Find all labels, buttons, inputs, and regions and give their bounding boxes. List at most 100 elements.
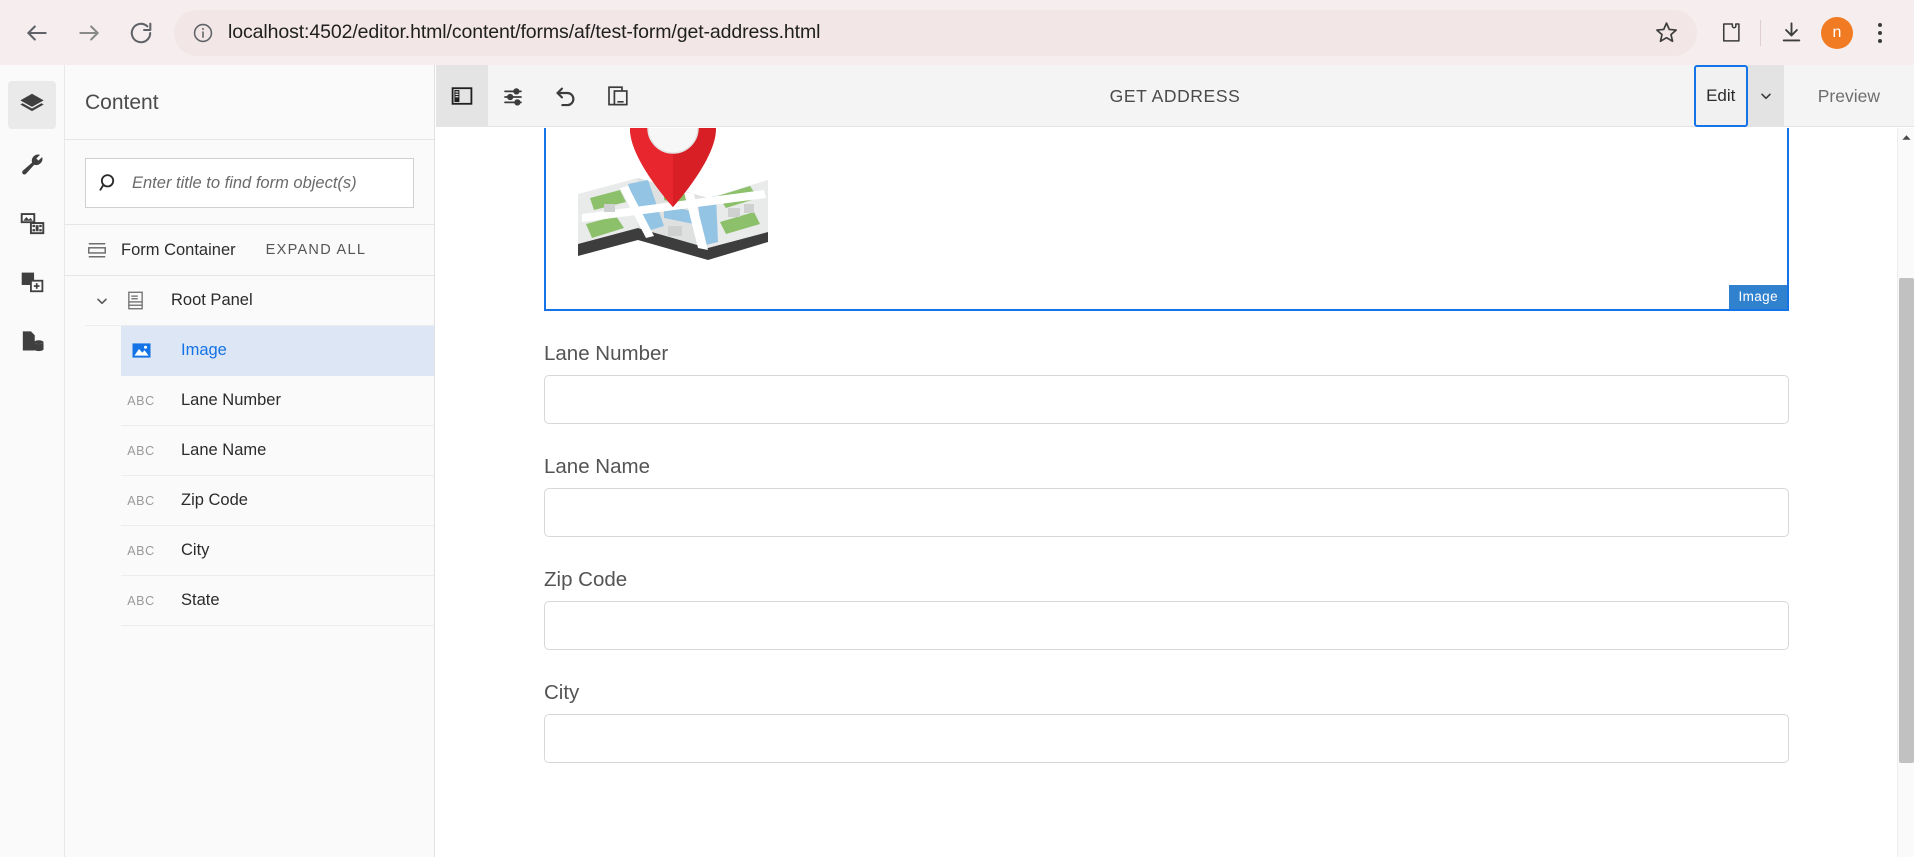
avatar: n — [1821, 16, 1853, 49]
sliders-icon — [504, 87, 522, 106]
address-bar[interactable]: localhost:4502/editor.html/content/forms… — [174, 9, 1697, 56]
kebab-dot — [1878, 22, 1882, 27]
chrome-menu-button[interactable] — [1860, 11, 1900, 55]
input-zip-code[interactable] — [544, 601, 1789, 650]
tree-row-root-panel[interactable]: Root Panel — [85, 276, 434, 326]
kebab-dot — [1878, 30, 1882, 35]
reload-button[interactable] — [118, 10, 164, 56]
editor-mode-controls: Edit Preview — [1693, 65, 1914, 127]
emulator-icon — [608, 85, 628, 105]
rail-item-properties[interactable] — [8, 140, 56, 188]
wrench-icon — [21, 154, 42, 175]
page-title: Content — [85, 91, 159, 114]
page-information-button[interactable] — [488, 65, 540, 127]
forward-arrow-icon — [79, 24, 99, 41]
preview-button[interactable]: Preview — [1784, 65, 1914, 127]
form-fields: Lane Number Lane Name Zip Code City — [436, 342, 1897, 763]
input-city[interactable] — [544, 714, 1789, 763]
forward-button[interactable] — [66, 10, 112, 56]
kebab-dot — [1878, 38, 1882, 43]
scrollbar-thumb[interactable] — [1899, 278, 1914, 763]
field-city: City — [544, 681, 1789, 763]
abc-icon: ABC — [127, 493, 155, 508]
rail-item-components[interactable] — [8, 258, 56, 306]
form-canvas: Image Lane Number Lane Name Zip Code Cit… — [436, 128, 1897, 857]
extensions-button[interactable] — [1707, 10, 1753, 56]
profile-button[interactable]: n — [1814, 10, 1860, 56]
tree-label-state: State — [181, 591, 220, 609]
left-rail — [0, 65, 65, 857]
content-tree: Root Panel Image ABC Lane Number ABC Lan… — [65, 276, 434, 626]
chevron-down-icon[interactable] — [85, 293, 119, 309]
layers-icon — [20, 93, 44, 112]
star-icon — [1655, 22, 1677, 43]
back-button[interactable] — [14, 10, 60, 56]
search-input[interactable] — [132, 173, 401, 193]
tree-item-image[interactable]: Image — [121, 326, 434, 376]
tree-label-root-panel: Root Panel — [171, 291, 253, 309]
tree-label-lane-name: Lane Name — [181, 441, 267, 459]
bookmark-button[interactable] — [1645, 12, 1687, 54]
field-label-city: City — [544, 681, 580, 704]
tree-item-lane-name[interactable]: ABC Lane Name — [121, 426, 434, 476]
tree-label-zip-code: Zip Code — [181, 491, 248, 509]
input-lane-number[interactable] — [544, 375, 1789, 424]
downloads-button[interactable] — [1768, 10, 1814, 56]
browser-toolbar: localhost:4502/editor.html/content/forms… — [0, 0, 1914, 65]
url-text: localhost:4502/editor.html/content/forms… — [228, 21, 821, 43]
side-panel-toggle-icon — [451, 86, 473, 105]
editor-toolbar: GET ADDRESS Edit Preview — [436, 64, 1914, 127]
image-icon — [121, 339, 161, 362]
site-info-icon[interactable] — [186, 16, 220, 50]
expand-all-button[interactable]: EXPAND ALL — [266, 242, 367, 258]
undo-button[interactable] — [540, 65, 592, 127]
panel-icon — [119, 290, 151, 311]
search-icon — [98, 172, 120, 194]
abc-icon: ABC — [127, 543, 155, 558]
edit-mode-dropdown-button[interactable] — [1747, 65, 1784, 127]
content-data-icon — [22, 330, 44, 351]
undo-icon — [555, 87, 574, 107]
editor-title: GET ADDRESS — [1109, 86, 1241, 106]
reload-icon — [130, 22, 152, 43]
field-label-zip-code: Zip Code — [544, 568, 628, 591]
form-container-icon — [85, 239, 109, 261]
canvas-scrollbar[interactable] — [1897, 128, 1914, 857]
image-component[interactable]: Image — [544, 128, 1789, 311]
back-arrow-icon — [27, 24, 47, 41]
field-lane-number: Lane Number — [544, 342, 1789, 424]
rail-item-assets[interactable] — [8, 199, 56, 247]
search-box[interactable] — [85, 158, 414, 208]
tree-item-state[interactable]: ABC State — [121, 576, 434, 626]
field-label-lane-name: Lane Name — [544, 455, 650, 478]
tree-label-city: City — [181, 541, 210, 559]
field-lane-name: Lane Name — [544, 455, 1789, 537]
rail-item-content-data[interactable] — [8, 317, 56, 365]
puzzle-piece-icon — [1722, 23, 1740, 42]
content-sidebar: Content Form Container EXPAND ALL — [65, 65, 435, 857]
form-page: Image Lane Number Lane Name Zip Code Cit… — [436, 128, 1897, 794]
abc-icon: ABC — [127, 443, 155, 458]
form-container-row[interactable]: Form Container EXPAND ALL — [65, 224, 434, 276]
abc-icon: ABC — [127, 593, 155, 608]
toolbar-divider — [1760, 19, 1761, 46]
side-panel-toggle-button[interactable] — [436, 64, 488, 127]
abc-icon: ABC — [127, 393, 155, 408]
field-label-lane-number: Lane Number — [544, 342, 669, 365]
chevron-down-icon — [1760, 93, 1771, 100]
rail-item-content-tree[interactable] — [8, 81, 56, 129]
tree-item-lane-number[interactable]: ABC Lane Number — [121, 376, 434, 426]
tree-label-lane-number: Lane Number — [181, 391, 281, 409]
map-pin-illustration — [578, 128, 768, 260]
tree-label-image: Image — [181, 341, 227, 359]
input-lane-name[interactable] — [544, 488, 1789, 537]
edit-button[interactable]: Edit — [1693, 65, 1748, 127]
download-icon — [1782, 22, 1800, 42]
tree-item-city[interactable]: ABC City — [121, 526, 434, 576]
search-wrapper — [65, 140, 434, 208]
chevron-up-icon — [1902, 134, 1911, 140]
tree-item-zip-code[interactable]: ABC Zip Code — [121, 476, 434, 526]
emulator-button[interactable] — [592, 65, 644, 127]
field-zip-code: Zip Code — [544, 568, 1789, 650]
scroll-up-button[interactable] — [1898, 128, 1914, 146]
